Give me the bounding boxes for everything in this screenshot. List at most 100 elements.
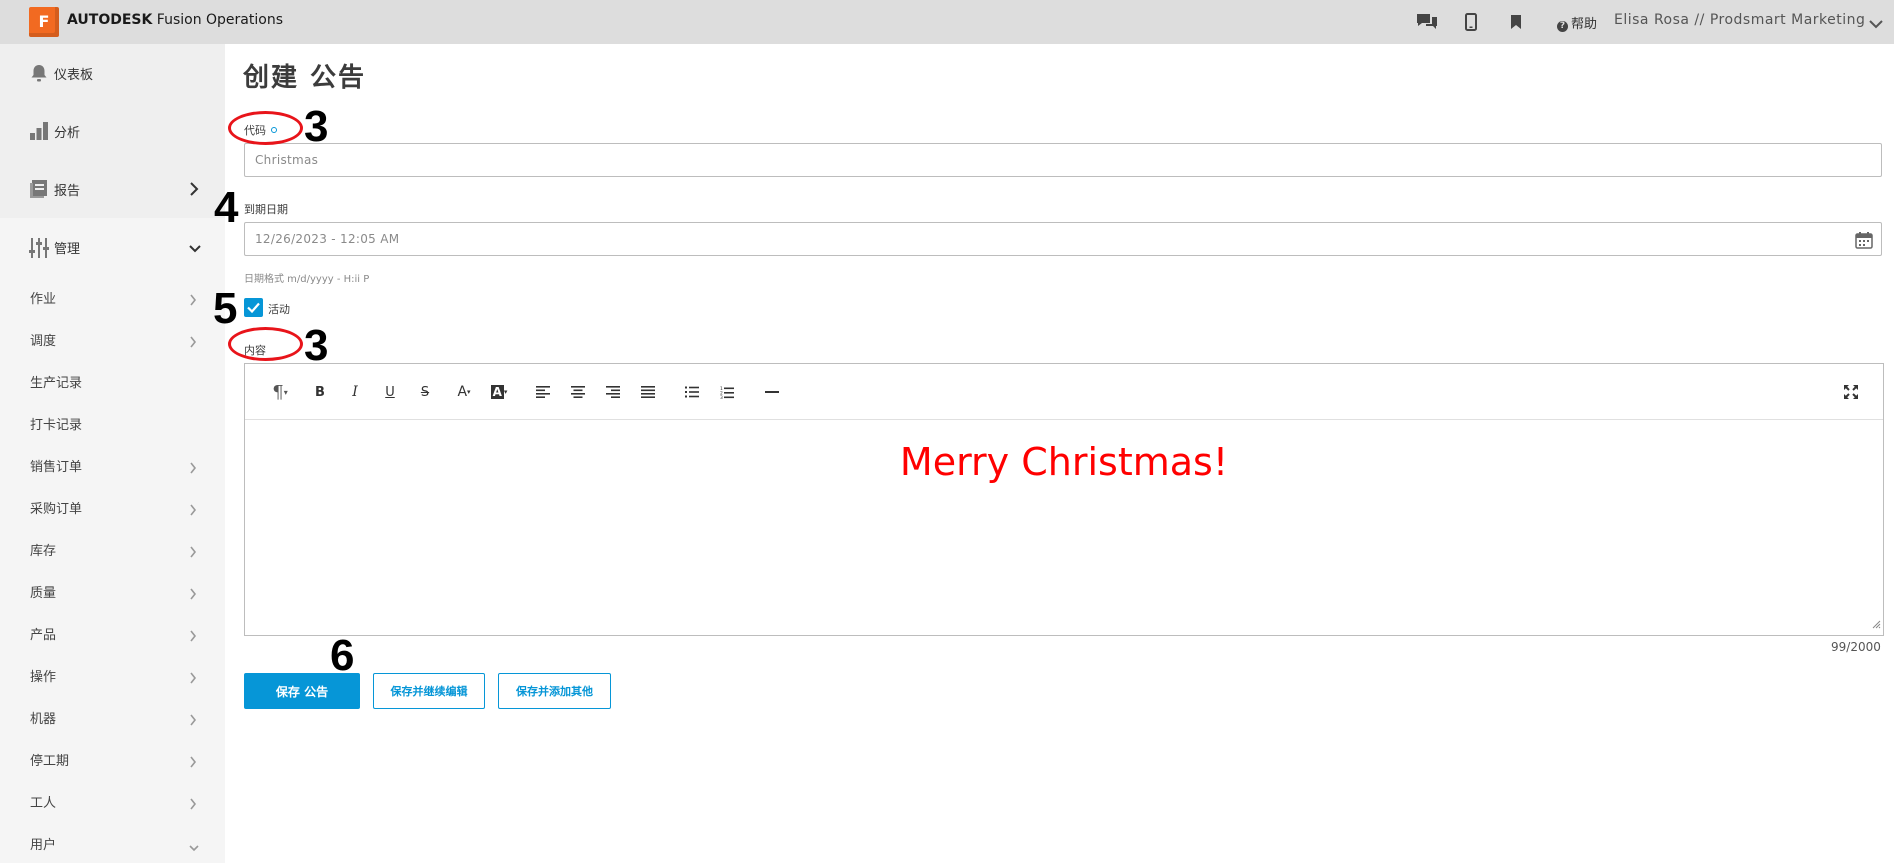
- chevron-right-icon: [189, 585, 197, 604]
- chevron-right-icon: [189, 627, 197, 646]
- sidebar-item-label: 生产记录: [30, 376, 83, 391]
- code-value: Christmas: [255, 153, 319, 167]
- sidebar-item-jobs[interactable]: 作业: [0, 276, 225, 318]
- help-icon: ?: [1557, 21, 1568, 32]
- save-and-continue-button[interactable]: 保存并继续编辑: [373, 673, 485, 709]
- annotation-number: 6: [330, 631, 355, 680]
- sidebar-item-production-records[interactable]: 生产记录: [0, 360, 225, 402]
- character-counter: 99/2000: [1831, 640, 1881, 654]
- paragraph-format-button[interactable]: ¶ ▾: [269, 381, 291, 403]
- numbered-list-icon[interactable]: 123: [716, 381, 738, 403]
- sidebar-item-sales-orders[interactable]: 销售订单: [0, 444, 225, 486]
- align-right-icon[interactable]: [602, 381, 624, 403]
- svg-text:3: 3: [720, 395, 723, 399]
- sidebar-item-downtime[interactable]: 停工期: [0, 738, 225, 780]
- sidebar-item-purchase-orders[interactable]: 采购订单: [0, 486, 225, 528]
- sidebar-item-label: 管理: [54, 242, 81, 257]
- chevron-right-icon: [189, 753, 197, 772]
- sidebar-item-label: 停工期: [30, 754, 70, 769]
- sidebar-item-clock-records[interactable]: 打卡记录: [0, 402, 225, 444]
- sliders-icon: [29, 237, 49, 258]
- due-date-field[interactable]: 12/26/2023 - 12:05 AM: [244, 222, 1882, 256]
- annotation-number: 3: [304, 321, 329, 370]
- bold-button[interactable]: B: [309, 381, 331, 403]
- sidebar-item-reports[interactable]: 报告: [0, 160, 225, 218]
- sidebar-item-label: 仪表板: [54, 68, 94, 83]
- chevron-right-icon: [189, 291, 197, 310]
- chevron-down-icon[interactable]: [1869, 14, 1883, 33]
- sidebar-item-products[interactable]: 产品: [0, 612, 225, 654]
- annotation-number: 3: [304, 102, 329, 151]
- rich-text-editor[interactable]: ¶ ▾ B I U S A ▾ A ▾ 123 Merry Christmas!: [244, 363, 1884, 636]
- brand-name: AUTODESK Fusion Operations: [67, 12, 283, 28]
- sidebar-item-label: 报告: [54, 184, 81, 199]
- underline-button[interactable]: U: [379, 381, 401, 403]
- sidebar-item-admin[interactable]: 管理: [0, 218, 225, 276]
- chevron-right-icon: [189, 459, 197, 478]
- annotation-number: 5: [213, 284, 238, 333]
- help-link[interactable]: ? 帮助: [1557, 13, 1597, 32]
- mobile-icon[interactable]: [1459, 10, 1483, 34]
- resize-handle-icon[interactable]: [1872, 614, 1881, 633]
- save-and-add-another-button[interactable]: 保存并添加其他: [498, 673, 611, 709]
- horizontal-rule-icon[interactable]: [761, 381, 783, 403]
- italic-button[interactable]: I: [344, 381, 366, 403]
- check-icon: [247, 302, 260, 313]
- sidebar-item-label: 打卡记录: [30, 418, 83, 433]
- sidebar-item-label: 机器: [30, 712, 57, 727]
- bullet-list-icon[interactable]: [681, 381, 703, 403]
- due-date-label: 到期日期: [244, 203, 288, 216]
- date-format-hint: 日期格式 m/d/yyyy - H:ii P: [244, 274, 370, 285]
- chevron-right-icon: [189, 181, 199, 200]
- sidebar-item-operations[interactable]: 操作: [0, 654, 225, 696]
- app-logo[interactable]: F: [29, 7, 59, 37]
- editor-content[interactable]: Merry Christmas!: [245, 440, 1883, 484]
- chevron-right-icon: [189, 333, 197, 352]
- code-field[interactable]: Christmas: [244, 143, 1882, 177]
- chat-icon[interactable]: [1415, 10, 1439, 34]
- align-left-icon[interactable]: [532, 381, 554, 403]
- sidebar-item-label: 用户: [30, 838, 57, 853]
- chevron-right-icon: [189, 501, 197, 520]
- top-bar: F AUTODESK Fusion Operations ? 帮助 Elisa R…: [0, 0, 1894, 44]
- sidebar-item-label: 产品: [30, 628, 57, 643]
- bookmark-icon[interactable]: [1504, 10, 1528, 34]
- sidebar-item-label: 工人: [30, 796, 57, 811]
- user-menu[interactable]: Elisa Rosa // Prodsmart Marketing: [1614, 12, 1865, 28]
- sidebar-item-users[interactable]: 用户: [0, 822, 225, 863]
- sidebar-item-scheduling[interactable]: 调度: [0, 318, 225, 360]
- calendar-icon[interactable]: [1855, 231, 1873, 253]
- align-center-icon[interactable]: [567, 381, 589, 403]
- sidebar-item-quality[interactable]: 质量: [0, 570, 225, 612]
- page-title: 创建 公告: [243, 63, 367, 93]
- annotation-circle: [228, 327, 303, 361]
- sidebar-item-label: 采购订单: [30, 502, 83, 517]
- background-color-button[interactable]: A ▾: [488, 381, 510, 403]
- active-label: 活动: [268, 303, 290, 316]
- active-checkbox[interactable]: [244, 298, 263, 317]
- sidebar-item-workers[interactable]: 工人: [0, 780, 225, 822]
- font-color-button[interactable]: A ▾: [453, 381, 475, 403]
- strikethrough-button[interactable]: S: [414, 381, 436, 403]
- chevron-right-icon: [189, 795, 197, 814]
- sidebar-item-label: 作业: [30, 292, 57, 307]
- sidebar-item-analytics[interactable]: 分析: [0, 102, 225, 160]
- sidebar-item-inventory[interactable]: 库存: [0, 528, 225, 570]
- fullscreen-icon[interactable]: [1840, 381, 1862, 403]
- chevron-down-icon: [189, 239, 201, 258]
- sidebar-item-label: 调度: [30, 334, 57, 349]
- due-date-value: 12/26/2023 - 12:05 AM: [255, 232, 400, 246]
- sidebar-item-label: 销售订单: [30, 460, 83, 475]
- sidebar-item-machines[interactable]: 机器: [0, 696, 225, 738]
- sidebar-item-dashboard[interactable]: 仪表板: [0, 44, 225, 102]
- chevron-right-icon: [189, 543, 197, 562]
- annotation-number: 4: [214, 183, 239, 232]
- sidebar: 仪表板 分析 报告 管理 作业 调度 生产记录 打卡记录 销售订单 采购订单 库…: [0, 44, 225, 863]
- align-justify-icon[interactable]: [637, 381, 659, 403]
- bar-chart-icon: [29, 121, 49, 141]
- chevron-right-icon: [189, 711, 197, 730]
- chevron-right-icon: [189, 669, 197, 688]
- sidebar-item-label: 分析: [54, 126, 81, 141]
- annotation-circle: [228, 111, 303, 145]
- report-icon: [29, 179, 49, 199]
